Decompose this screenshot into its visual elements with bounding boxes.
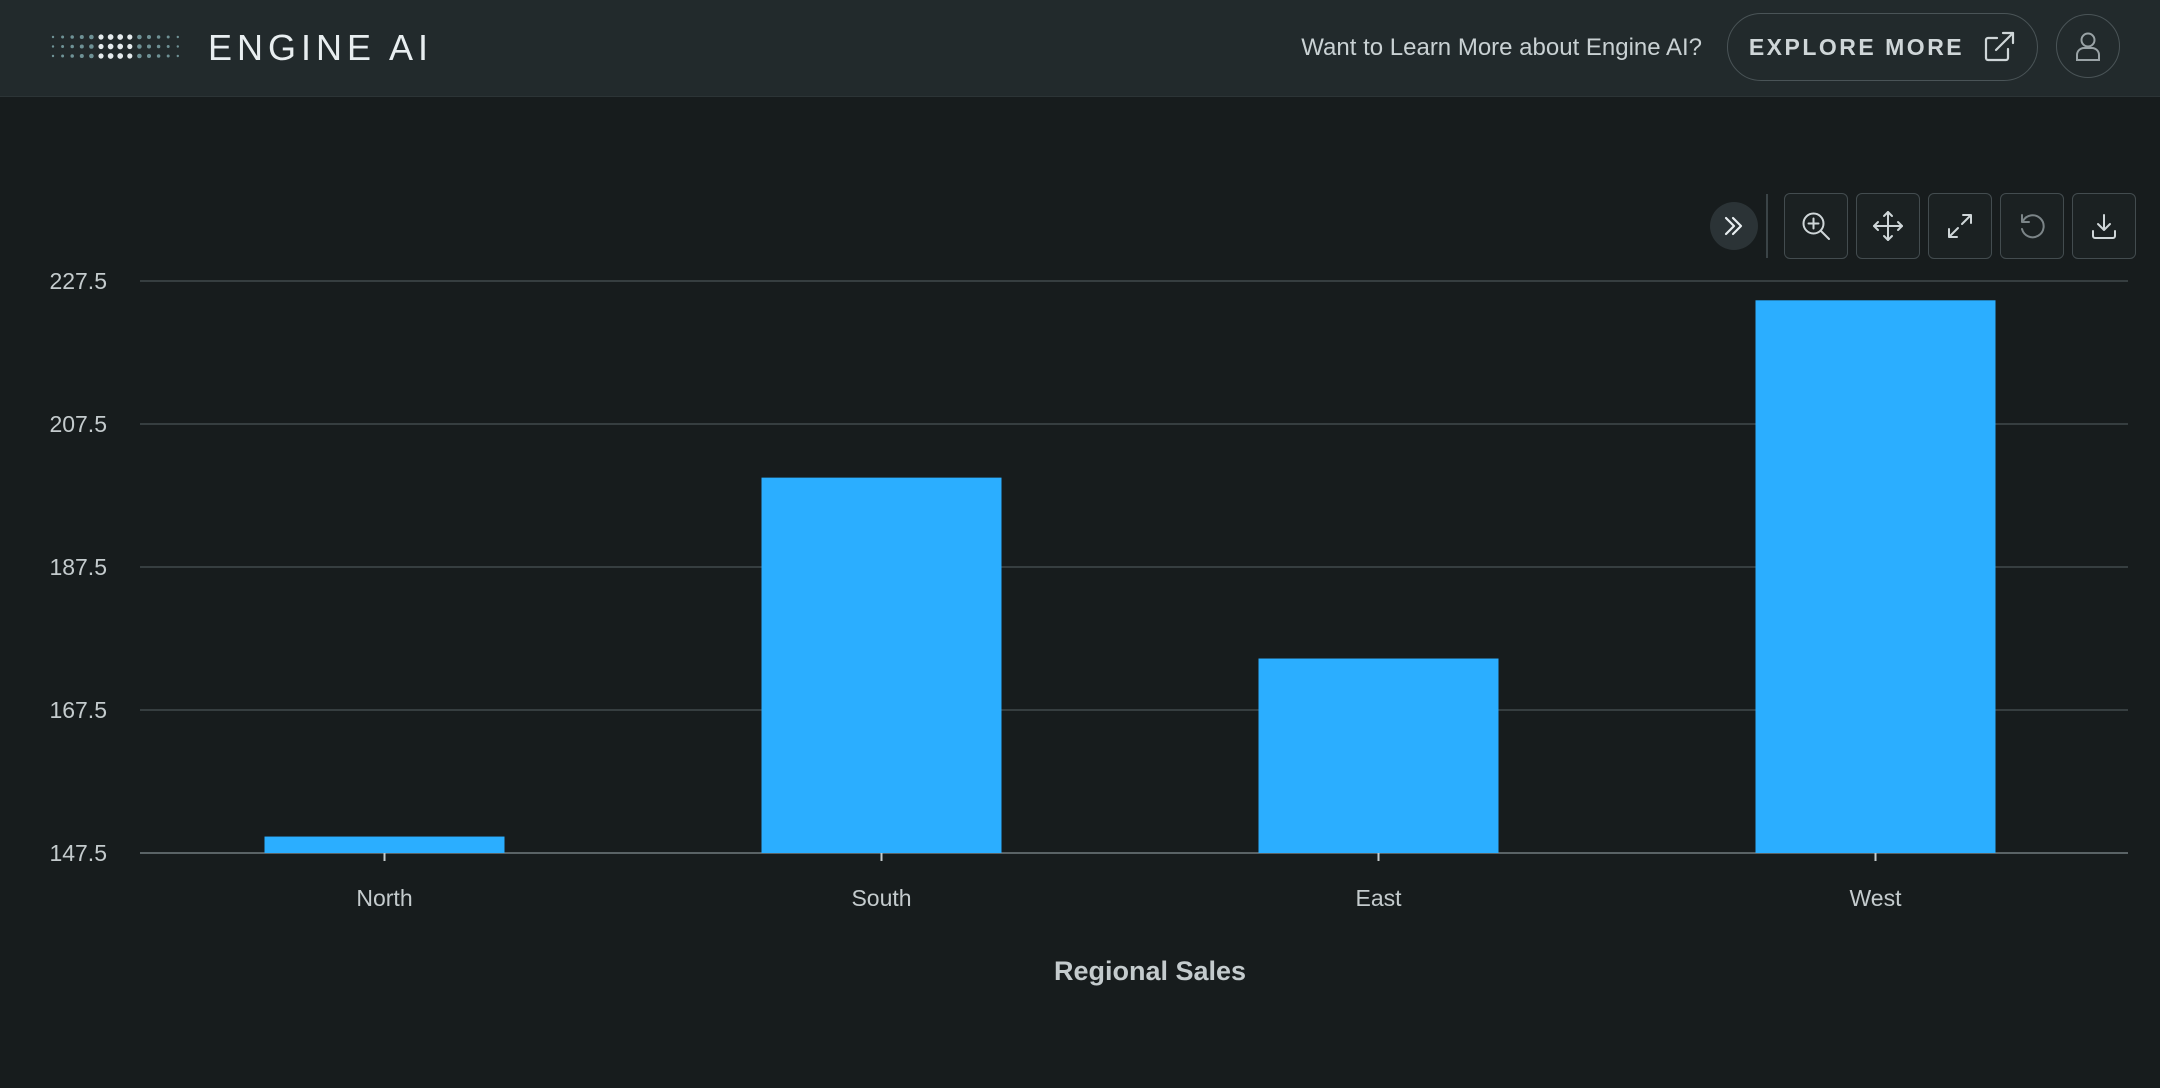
download-button[interactable]	[2072, 193, 2136, 259]
pan-icon	[1873, 211, 1903, 241]
x-tick-label: South	[851, 885, 911, 911]
toolbar-expand-button[interactable]	[1710, 202, 1758, 250]
fullscreen-icon	[1948, 214, 1972, 238]
toolbar-separator	[1766, 194, 1768, 258]
x-axis-title: Regional Sales	[1054, 956, 1246, 986]
y-tick-label: 227.5	[49, 268, 107, 294]
zoom-in-button[interactable]	[1784, 193, 1848, 259]
download-icon	[2092, 214, 2116, 239]
chart-bars	[264, 300, 1996, 853]
x-tick-label: West	[1850, 885, 1903, 911]
reset-view-button[interactable]	[2000, 193, 2064, 259]
y-tick-label: 147.5	[49, 840, 107, 866]
y-tick-label: 167.5	[49, 697, 107, 723]
fullscreen-button[interactable]	[1928, 193, 1992, 259]
x-tick-label: East	[1355, 885, 1402, 911]
bar-east[interactable]	[1258, 658, 1499, 853]
y-tick-label: 207.5	[49, 411, 107, 437]
double-chevron-right-icon	[1724, 216, 1743, 236]
y-tick-label: 187.5	[49, 554, 107, 580]
bar-west[interactable]	[1755, 300, 1996, 853]
bar-south[interactable]	[761, 477, 1002, 853]
bar-north[interactable]	[264, 836, 505, 853]
x-tick-label: North	[356, 885, 412, 911]
pan-button[interactable]	[1856, 193, 1920, 259]
zoom-in-icon	[1802, 212, 1830, 240]
reset-icon	[2021, 214, 2045, 239]
bar-chart: 147.5 167.5 187.5 207.5 227.5 North South East W…	[49, 268, 2128, 986]
